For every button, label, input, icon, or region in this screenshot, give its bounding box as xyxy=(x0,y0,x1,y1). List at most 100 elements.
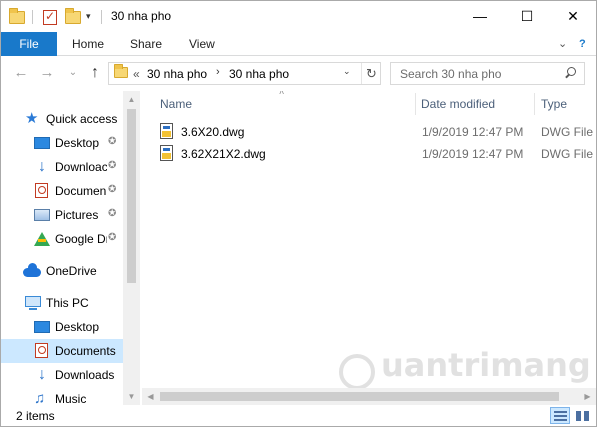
pictures-icon xyxy=(34,207,50,223)
column-divider[interactable] xyxy=(415,93,416,115)
nav-item-label: Documents xyxy=(55,344,116,358)
watermark-text: uantrimang xyxy=(381,346,591,384)
status-bar: 2 items xyxy=(1,405,596,426)
search-input[interactable]: Search 30 nha pho xyxy=(390,62,585,85)
file-date: 1/9/2019 12:47 PM xyxy=(422,125,524,139)
watermark-logo xyxy=(339,354,375,390)
nav-item-this-pc-desktop[interactable]: Desktop xyxy=(1,315,123,339)
forward-button[interactable]: → xyxy=(37,63,57,83)
nav-item-label: Music xyxy=(55,392,87,405)
column-header-type[interactable]: Type xyxy=(541,91,567,117)
nav-item-label: Documen xyxy=(55,184,107,198)
details-view-button[interactable] xyxy=(550,407,570,424)
breadcrumb-separator[interactable]: › xyxy=(216,66,220,78)
pin-icon: ✪ xyxy=(108,208,117,219)
new-folder-icon[interactable] xyxy=(65,8,81,25)
scrollbar-thumb[interactable] xyxy=(127,109,136,283)
refresh-button[interactable]: ↻ xyxy=(361,63,381,84)
tab-home[interactable]: Home xyxy=(72,32,104,56)
up-button[interactable]: ↑ xyxy=(85,63,105,83)
divider xyxy=(32,10,33,24)
file-row[interactable]: 3.6X20.dwg 1/9/2019 12:47 PM DWG File xyxy=(160,122,596,142)
this-pc-icon xyxy=(25,295,41,311)
dwg-file-icon xyxy=(160,145,173,161)
breadcrumb-segment[interactable]: 30 nha pho xyxy=(147,67,207,81)
large-icons-view-button[interactable] xyxy=(572,407,592,424)
column-divider[interactable] xyxy=(534,93,535,115)
back-button[interactable]: ← xyxy=(11,63,31,83)
pin-icon: ✪ xyxy=(108,160,117,171)
nav-item-label: Pictures xyxy=(55,208,99,222)
breadcrumb-segment[interactable]: 30 nha pho xyxy=(229,67,289,81)
search-icon[interactable] xyxy=(562,65,578,81)
divider xyxy=(101,10,102,24)
explorer-window: ▾ 30 nha pho — ☐ ✕ File Home Share View … xyxy=(0,0,597,427)
address-bar[interactable]: « 30 nha pho › 30 nha pho ⌄ ↻ xyxy=(108,62,381,85)
dwg-file-icon xyxy=(160,123,173,139)
nav-item-label: Downloads xyxy=(55,368,115,382)
tab-file[interactable]: File xyxy=(1,32,57,56)
nav-item-this-pc[interactable]: This PC xyxy=(1,291,123,315)
recent-locations-button[interactable]: ⌄ xyxy=(63,63,83,83)
nav-item-this-pc-music[interactable]: ♫ Music xyxy=(1,387,123,406)
details-view-icon xyxy=(554,411,567,421)
ribbon-tabs: File Home Share View ⌄ ? xyxy=(1,32,596,56)
desktop-icon xyxy=(34,135,50,151)
column-header-name[interactable]: Name xyxy=(160,91,192,117)
documents-icon xyxy=(34,183,50,199)
star-icon: ★ xyxy=(25,110,39,127)
address-dropdown-icon[interactable]: ⌄ xyxy=(343,66,351,77)
scrollbar-thumb[interactable] xyxy=(160,392,559,401)
nav-item-label: Desktop xyxy=(55,136,100,150)
item-count: 2 items xyxy=(16,409,55,423)
desktop-icon xyxy=(34,319,50,335)
address-overflow[interactable]: « xyxy=(133,67,140,81)
nav-item-label: Google Dr xyxy=(55,232,107,246)
search-placeholder: Search 30 nha pho xyxy=(400,67,502,81)
nav-item-documents[interactable]: Documen ✪ xyxy=(1,179,123,203)
nav-item-pictures[interactable]: Pictures ✪ xyxy=(1,203,123,227)
maximize-button[interactable]: ☐ xyxy=(504,1,550,31)
scroll-down-icon[interactable]: ▼ xyxy=(123,388,140,405)
nav-item-desktop[interactable]: Desktop ✪ xyxy=(1,131,123,155)
file-list: ˄ Name Date modified Type 3.6X20.dwg 1/9… xyxy=(142,91,596,405)
pin-icon: ✪ xyxy=(108,136,117,147)
large-icons-view-icon xyxy=(576,411,589,421)
close-button[interactable]: ✕ xyxy=(550,1,596,31)
documents-icon xyxy=(34,343,50,359)
scroll-up-icon[interactable]: ▲ xyxy=(123,91,140,108)
nav-item-label: Downloac xyxy=(55,160,107,174)
onedrive-icon xyxy=(23,263,41,279)
nav-item-google-drive[interactable]: Google Dr ✪ xyxy=(1,227,123,251)
nav-item-label: OneDrive xyxy=(46,264,97,278)
quick-access-toolbar-dropdown[interactable]: ▾ xyxy=(86,11,91,22)
help-button[interactable]: ? xyxy=(579,32,586,56)
navigation-pane: ★ Quick access Desktop ✪ ↓ Downloac ✪ Do… xyxy=(1,91,140,405)
nav-item-label: Quick access xyxy=(46,112,118,126)
nav-item-this-pc-documents[interactable]: Documents xyxy=(1,339,123,363)
nav-item-onedrive[interactable]: OneDrive xyxy=(1,259,123,283)
title-bar: ▾ 30 nha pho — ☐ ✕ xyxy=(1,1,596,34)
horizontal-scrollbar[interactable]: ◀ ▶ xyxy=(142,388,596,405)
file-type: DWG File xyxy=(541,147,593,161)
nav-item-label: This PC xyxy=(46,296,89,310)
folder-icon xyxy=(9,8,25,25)
sort-ascending-icon: ˄ xyxy=(279,91,285,97)
minimize-button[interactable]: — xyxy=(457,1,503,31)
nav-item-quick-access[interactable]: ★ Quick access xyxy=(1,107,123,131)
scroll-right-icon[interactable]: ▶ xyxy=(579,388,596,405)
scroll-left-icon[interactable]: ◀ xyxy=(142,388,159,405)
file-row[interactable]: 3.62X21X2.dwg 1/9/2019 12:47 PM DWG File xyxy=(160,144,596,164)
nav-item-this-pc-downloads[interactable]: ↓ Downloads xyxy=(1,363,123,387)
folder-icon xyxy=(114,64,128,78)
pin-icon: ✪ xyxy=(108,232,117,243)
tab-view[interactable]: View xyxy=(189,32,215,56)
expand-ribbon-button[interactable]: ⌄ xyxy=(558,32,567,56)
tab-share[interactable]: Share xyxy=(130,32,162,56)
download-icon: ↓ xyxy=(38,366,46,383)
nav-pane-scrollbar[interactable]: ▲ ▼ xyxy=(123,91,140,405)
properties-icon[interactable] xyxy=(43,9,59,25)
nav-item-downloads[interactable]: ↓ Downloac ✪ xyxy=(1,155,123,179)
column-header-date-modified[interactable]: Date modified xyxy=(421,91,495,117)
file-type: DWG File xyxy=(541,125,593,139)
